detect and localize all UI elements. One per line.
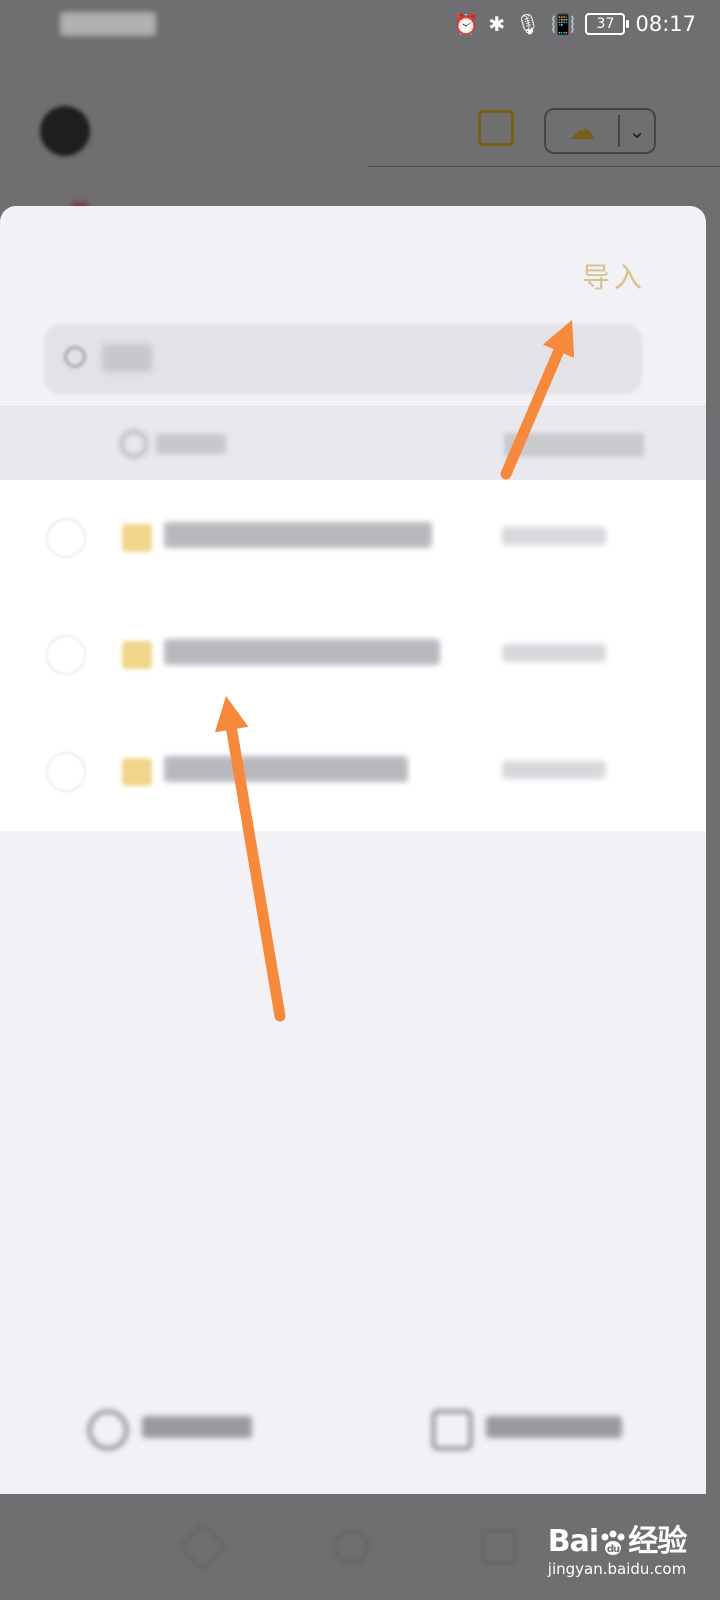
cloud-sync-button[interactable]: ☁ ⌄ — [544, 108, 656, 154]
import-button[interactable]: 导入 — [582, 256, 646, 296]
back-icon[interactable] — [178, 1522, 228, 1572]
svg-text:du: du — [607, 1544, 620, 1555]
microphone-icon: 🎙 — [515, 12, 541, 36]
alarm-icon: ⏰ — [453, 12, 479, 36]
sort-icon — [120, 430, 148, 458]
chevron-down-icon[interactable]: ⌄ — [620, 119, 654, 143]
list-column-header — [0, 406, 706, 480]
list-item[interactable] — [0, 597, 706, 714]
import-sheet: 导入 — [0, 206, 706, 1494]
new-note-icon[interactable] — [478, 110, 514, 146]
carrier-signal — [60, 12, 156, 36]
select-radio[interactable] — [46, 635, 86, 675]
bottom-toolbar — [0, 1382, 706, 1494]
file-name — [164, 522, 432, 555]
search-placeholder — [102, 344, 152, 372]
select-all-icon — [88, 1410, 128, 1450]
divider — [368, 166, 720, 167]
list-item[interactable] — [0, 714, 706, 831]
app-header: ☁ ⌄ 名称 — [0, 48, 720, 258]
select-all-button[interactable] — [88, 1410, 252, 1450]
clock: 08:17 — [635, 12, 696, 36]
vibrate-icon: 📳 — [550, 12, 576, 36]
cloud-icon: ☁ — [569, 116, 595, 146]
watermark: Bai du 经验 jingyan.baidu.com — [547, 1524, 687, 1578]
column-name[interactable] — [120, 429, 226, 458]
folder-icon — [122, 641, 152, 669]
app-title — [290, 108, 301, 146]
search-input[interactable] — [44, 324, 642, 394]
select-radio[interactable] — [46, 752, 86, 792]
avatar[interactable] — [40, 106, 90, 156]
folder-icon — [122, 758, 152, 786]
list-item[interactable] — [0, 480, 706, 597]
sheet-header: 导入 — [0, 206, 706, 326]
file-name — [164, 756, 408, 789]
battery-icon: 37 — [585, 13, 630, 35]
file-date — [502, 760, 606, 785]
status-bar: ⏰ ✱ 🎙 📳 37 08:17 — [0, 0, 720, 48]
status-icons: ⏰ ✱ 🎙 📳 37 08:17 — [454, 9, 697, 39]
search-icon — [64, 346, 86, 368]
folder-icon — [432, 1410, 472, 1450]
file-list — [0, 480, 706, 831]
file-date — [502, 526, 606, 551]
paw-icon: du — [601, 1530, 625, 1555]
recents-icon[interactable] — [482, 1530, 516, 1564]
bluetooth-icon: ✱ — [488, 12, 506, 36]
new-folder-button[interactable] — [432, 1410, 622, 1450]
file-date — [502, 643, 606, 668]
select-radio[interactable] — [46, 518, 86, 558]
home-icon[interactable] — [334, 1530, 368, 1564]
folder-icon — [122, 524, 152, 552]
column-date[interactable] — [504, 429, 644, 457]
file-name — [164, 639, 440, 672]
